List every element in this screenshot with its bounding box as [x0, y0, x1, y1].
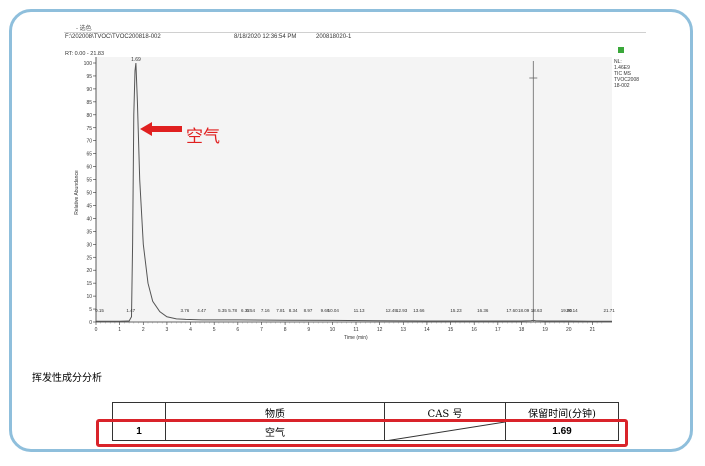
x-tick-label: 1	[118, 327, 121, 333]
x-tick-label: 8	[284, 327, 287, 333]
highlight-box	[96, 419, 628, 447]
toolbar-title[interactable]: - 选色	[76, 23, 92, 32]
annotation-arrow	[140, 122, 182, 136]
file-info-bar: F:\202008\TVOC\TVOC200818-002 8/18/2020 …	[64, 33, 646, 43]
air-annotation-label: 空气	[186, 127, 220, 147]
baseline-peak-label: 1.47	[126, 308, 135, 313]
x-tick-label: 10	[330, 327, 336, 333]
x-tick-label: 14	[424, 327, 430, 333]
y-tick-label: 70	[86, 139, 92, 145]
y-tick-label: 25	[86, 255, 92, 261]
y-tick-label: 15	[86, 281, 92, 287]
viewer-toolbar: - 选色	[64, 22, 646, 33]
y-tick-label: 20	[86, 268, 92, 274]
x-tick-label: 19	[542, 327, 548, 333]
chromatogram-svg: RT: 0.00 - 21.83051015202530354045505560…	[65, 47, 639, 341]
y-tick-label: 50	[86, 191, 92, 197]
x-tick-label: 21	[590, 327, 596, 333]
x-tick-label: 7	[260, 327, 263, 333]
y-tick-label: 55	[86, 178, 92, 184]
baseline-peak-label: 12.93	[396, 308, 408, 313]
baseline-peak-label: 7.16	[261, 308, 270, 313]
y-tick-label: 30	[86, 242, 92, 248]
y-tick-label: 45	[86, 203, 92, 209]
y-tick-label: 85	[86, 100, 92, 106]
y-tick-label: 5	[89, 307, 92, 313]
baseline-peak-label: 7.81	[276, 308, 285, 313]
x-tick-label: 20	[566, 327, 572, 333]
file-path: F:\202008\TVOC\TVOC200818-002	[65, 34, 161, 40]
baseline-peak-label: 4.47	[197, 308, 206, 313]
baseline-peak-label: 21.71	[604, 308, 616, 313]
x-tick-label: 15	[448, 327, 454, 333]
x-tick-label: 12	[377, 327, 383, 333]
section-title: 挥发性成分分析	[32, 373, 102, 384]
x-axis-title: Time (min)	[344, 335, 368, 341]
y-axis-title: Relative Abundance	[74, 170, 80, 215]
sample-id: 200818020-1	[316, 34, 352, 40]
baseline-peak-label: 18.09	[518, 308, 530, 313]
baseline-peak-label: 5.35	[218, 308, 227, 313]
x-tick-label: 18	[519, 327, 525, 333]
y-tick-label: 80	[86, 113, 92, 119]
side-info-line: 18-002	[614, 83, 630, 89]
baseline-peak-label: 13.66	[413, 308, 425, 313]
baseline-peak-label: 11.13	[354, 308, 365, 313]
baseline-peak-label: 0.15	[95, 308, 104, 313]
x-tick-label: 5	[213, 327, 216, 333]
baseline-peak-label: 17.60	[506, 308, 518, 313]
peak-label: 1.69	[131, 57, 141, 63]
y-tick-label: 75	[86, 126, 92, 132]
baseline-peak-label: 20.14	[566, 308, 578, 313]
baseline-peak-label: 6.54	[246, 308, 255, 313]
x-tick-label: 0	[95, 327, 98, 333]
x-tick-label: 16	[471, 327, 477, 333]
baseline-peak-label: 8.34	[289, 308, 298, 313]
arrow-icon	[140, 122, 182, 136]
chromatogram: RT: 0.00 - 21.83 0 5 10 15 20 25 30 35 40 45 50 55 60…	[64, 45, 646, 341]
y-tick-label: 0	[89, 320, 92, 326]
baseline-peak-label: 16.36	[477, 308, 489, 313]
y-tick-label: 90	[86, 87, 92, 93]
x-tick-label: 9	[307, 327, 310, 333]
x-tick-label: 13	[401, 327, 407, 333]
y-tick-label: 10	[86, 294, 92, 300]
rt-range-label: RT: 0.00 - 21.83	[65, 51, 104, 57]
x-tick-label: 11	[353, 327, 358, 333]
plot-background	[96, 57, 612, 322]
baseline-peak-label: 8.97	[304, 308, 313, 313]
x-tick-label: 17	[495, 327, 501, 333]
x-tick-label: 3	[166, 327, 169, 333]
y-tick-label: 95	[86, 74, 92, 80]
baseline-peak-label: 5.78	[228, 308, 237, 313]
x-tick-label: 2	[142, 327, 145, 333]
y-tick-label: 100	[84, 61, 93, 67]
baseline-peak-label: 10.04	[328, 308, 340, 313]
y-tick-label: 35	[86, 229, 92, 235]
y-tick-label: 60	[86, 165, 92, 171]
acquisition-datetime: 8/18/2020 12:36:54 PM	[234, 34, 297, 40]
air-annotation: 空气	[186, 122, 220, 147]
baseline-peak-label: 3.76	[180, 308, 189, 313]
x-tick-label: 6	[236, 327, 239, 333]
status-square-icon	[618, 47, 624, 53]
baseline-peak-label: 15.23	[450, 308, 462, 313]
y-tick-label: 40	[86, 216, 92, 222]
x-tick-label: 4	[189, 327, 192, 333]
y-tick-label: 65	[86, 152, 92, 158]
baseline-peak-label: 18.63	[531, 308, 543, 313]
